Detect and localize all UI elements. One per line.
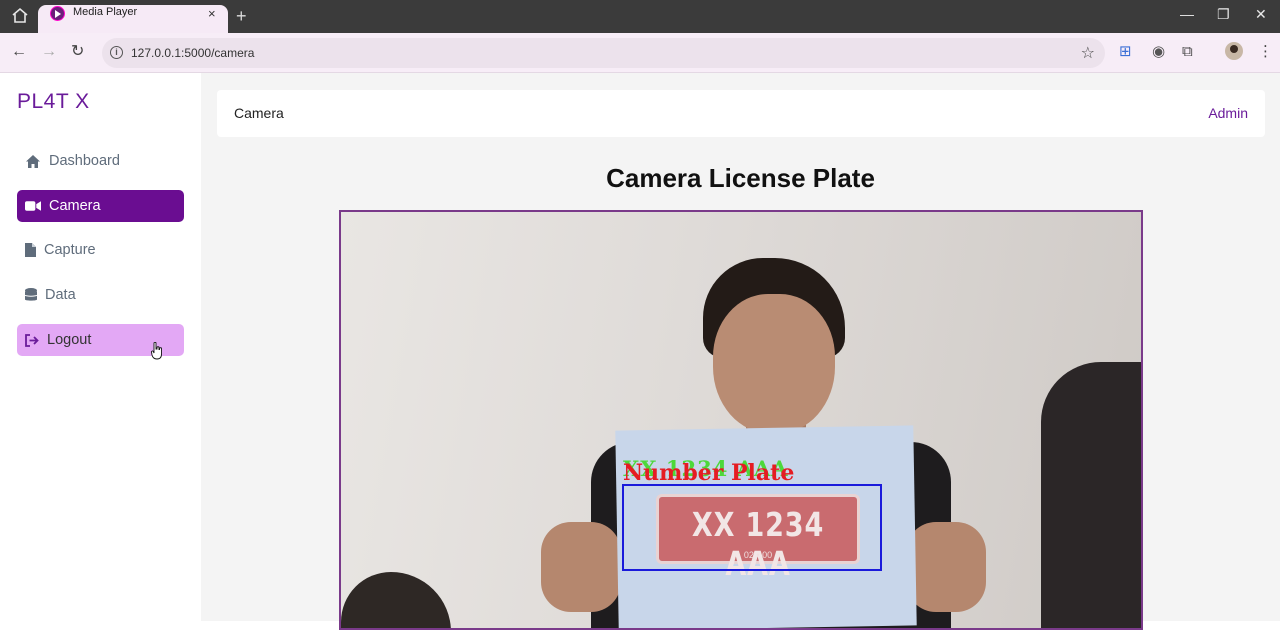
- profile-avatar[interactable]: [1225, 42, 1243, 60]
- new-tab-button[interactable]: +: [236, 6, 247, 26]
- camera-video-feed: XX 1234 AAA 02 • 00 XX 1234 AAA Number P…: [339, 210, 1143, 630]
- puzzle-icon[interactable]: ⧉: [1182, 43, 1193, 61]
- topbar-title: Camera: [234, 105, 284, 121]
- left-hand: [541, 522, 621, 612]
- sidebar-item-label: Capture: [44, 242, 96, 258]
- tab-close-icon[interactable]: ×: [208, 7, 216, 21]
- sidebar-item-label: Dashboard: [49, 153, 120, 169]
- close-window-button[interactable]: ✕: [1255, 6, 1267, 22]
- home-icon: [25, 153, 41, 169]
- bookmark-star-icon[interactable]: ☆: [1081, 43, 1095, 63]
- plate-detection-box: [622, 484, 882, 571]
- browser-toolbar: ← → ↻ i 127.0.0.1:5000/camera ☆ ⊞ ◉ ⧉ ⋮: [0, 33, 1280, 73]
- sidebar: PL4T X Dashboard Camera Capture Data Log…: [0, 73, 201, 621]
- reload-icon[interactable]: ↻: [71, 43, 84, 61]
- detection-label: Number Plate: [623, 460, 795, 486]
- page-title: Camera License Plate: [606, 163, 875, 193]
- address-bar[interactable]: i 127.0.0.1:5000/camera ☆: [102, 38, 1105, 68]
- sidebar-item-data[interactable]: Data: [17, 279, 184, 311]
- user-menu-link[interactable]: Admin: [1208, 105, 1248, 121]
- sidebar-item-label: Camera: [49, 198, 101, 214]
- browser-tab[interactable]: Media Player ×: [38, 5, 228, 33]
- main-content: Camera Admin Camera License Plate XX 123…: [201, 73, 1280, 630]
- sidebar-item-dashboard[interactable]: Dashboard: [17, 145, 184, 177]
- database-icon: [25, 287, 37, 303]
- person-face: [713, 294, 835, 434]
- home-icon[interactable]: [10, 6, 30, 24]
- logout-icon: [25, 332, 39, 348]
- media-player-icon: [50, 6, 65, 21]
- brand-logo[interactable]: PL4T X: [17, 90, 90, 114]
- file-icon: [25, 242, 36, 258]
- translate-icon[interactable]: ⊞: [1119, 43, 1132, 61]
- extension-badge-icon[interactable]: ◉: [1152, 43, 1165, 61]
- site-info-icon[interactable]: i: [110, 46, 123, 59]
- back-arrow-icon[interactable]: ←: [11, 43, 27, 61]
- sidebar-item-capture[interactable]: Capture: [17, 234, 184, 266]
- hand-cursor-icon: [151, 342, 162, 360]
- background-person: [1041, 362, 1141, 628]
- forward-arrow-icon[interactable]: →: [41, 43, 57, 61]
- right-hand: [906, 522, 986, 612]
- sidebar-item-label: Data: [45, 287, 76, 303]
- browser-titlebar: Media Player × + — ❐ ✕: [0, 0, 1280, 33]
- restore-button[interactable]: ❐: [1217, 6, 1230, 22]
- minimize-button[interactable]: —: [1180, 6, 1194, 22]
- sidebar-item-label: Logout: [47, 332, 92, 348]
- tab-title: Media Player: [73, 6, 138, 18]
- url-text[interactable]: 127.0.0.1:5000/camera: [131, 46, 254, 60]
- video-camera-icon: [25, 198, 41, 214]
- menu-kebab-icon[interactable]: ⋮: [1258, 43, 1273, 61]
- top-navbar: Camera Admin: [217, 90, 1265, 137]
- sidebar-item-camera[interactable]: Camera: [17, 190, 184, 222]
